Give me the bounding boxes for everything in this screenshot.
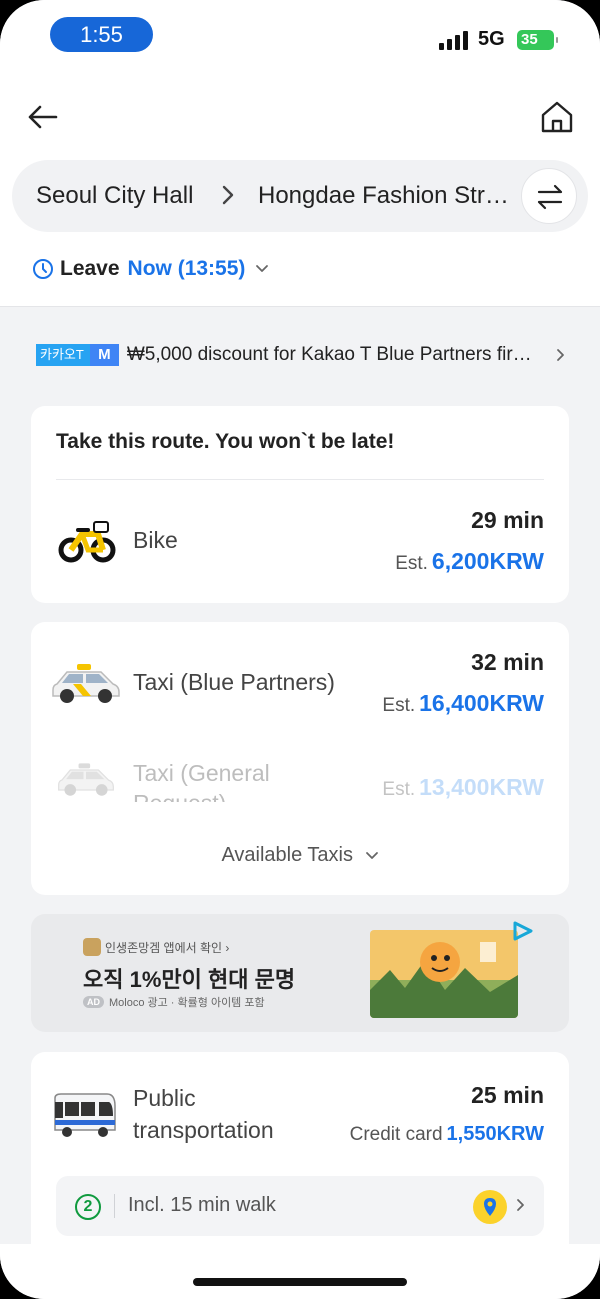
public-transport-card[interactable]: Public transportation 25 min Credit card… (31, 1052, 569, 1252)
kakao-t-badge: 카카오T (36, 344, 90, 366)
adchoices-icon[interactable] (511, 920, 535, 942)
home-indicator[interactable] (193, 1278, 407, 1286)
taxi-general-row[interactable]: Taxi (General Request) Est.13,400KRW (31, 622, 569, 812)
bus-icon (54, 1093, 116, 1137)
ad-thumbnail (83, 938, 101, 956)
bottom-bar (0, 1244, 600, 1299)
destination-field[interactable]: Hongdae Fashion Street (258, 182, 514, 210)
ad-banner[interactable]: 인생존망겜 앱에서 확인 › 오직 1%만이 현대 문명 AD Moloco 광… (31, 914, 569, 1032)
available-taxis-button[interactable]: Available Taxis (31, 844, 569, 867)
swap-button[interactable] (521, 168, 577, 224)
back-arrow-icon[interactable] (26, 100, 60, 134)
ad-disclosure: AD Moloco 광고 · 확률형 아이템 포함 (83, 994, 265, 1010)
ad-disclosure-text: Moloco 광고 · 확률형 아이템 포함 (109, 997, 265, 1009)
public-transport-label: Public transportation (133, 1085, 274, 1143)
taxi-general-icon (58, 763, 114, 796)
subway-line-badge: 2 (75, 1194, 101, 1220)
location-pin-icon (473, 1190, 507, 1224)
recommended-route-card[interactable]: Take this route. You won`t be late! Bike… (31, 406, 569, 603)
battery-level: 35 (521, 31, 538, 48)
taxi-general-price-prefix: Est. (382, 779, 416, 800)
chevron-down-icon (365, 851, 378, 859)
leave-value: Now (13:55) (127, 257, 246, 280)
screen: 1:55 5G 35 Seoul City Hall Hongdae Fashi… (0, 0, 600, 1299)
taxi-general-clip: Taxi (General Request) Est.13,400KRW (31, 752, 569, 802)
membership-badge: M (89, 344, 119, 366)
recommend-title: Take this route. You won`t be late! (56, 430, 395, 453)
status-time: 1:55 (50, 17, 153, 52)
bike-price: Est. 6,200KRW (395, 548, 544, 575)
status-bar: 1:55 5G 35 (0, 0, 600, 70)
public-transport-time: 25 min (471, 1082, 544, 1108)
walk-info: Incl. 15 min walk (128, 1194, 276, 1216)
ad-source: 인생존망겜 앱에서 확인 › (83, 938, 229, 956)
swap-arrows-icon (537, 184, 563, 210)
public-transport-price: Credit card 1,550KRW (350, 1123, 544, 1146)
divider (114, 1194, 115, 1218)
divider (56, 479, 544, 480)
leave-label: Leave (60, 257, 120, 280)
signal-icon (439, 30, 469, 50)
bike-time: 29 min (471, 507, 544, 533)
ad-tag: AD (83, 996, 104, 1008)
route-summary[interactable]: 2 Incl. 15 min walk (56, 1176, 544, 1236)
departure-time-selector[interactable]: Leave Now (13:55) (32, 256, 269, 282)
taxi-general-label: Taxi (General Request) (133, 760, 270, 802)
promo-text: ₩5,000 discount for Kakao T Blue Partner… (126, 344, 537, 365)
home-icon[interactable] (538, 98, 576, 136)
promo-banner[interactable]: 카카오T M ₩5,000 discount for Kakao T Blue … (36, 343, 576, 367)
chevron-right-icon (222, 185, 234, 205)
public-transport-price-prefix: Credit card (349, 1124, 443, 1145)
clock-icon (33, 259, 53, 279)
bike-label: Bike (133, 527, 178, 553)
bike-price-value: 6,200KRW (431, 548, 544, 574)
available-taxis-label: Available Taxis (221, 844, 353, 866)
public-transport-price-value: 1,550KRW (446, 1123, 544, 1145)
network-type: 5G (478, 28, 505, 50)
ad-image (370, 930, 518, 1018)
chevron-down-icon (256, 265, 269, 272)
taxi-general-price-value: 13,400KRW (419, 774, 544, 800)
chevron-right-icon (557, 349, 564, 361)
bike-icon (58, 521, 116, 563)
ad-source-text: 인생존망겜 앱에서 확인 › (105, 940, 230, 955)
battery-icon: 35 (517, 30, 558, 50)
ad-headline: 오직 1%만이 현대 문명 (83, 967, 296, 992)
taxi-general-price: Est. 13,400KRW (382, 774, 544, 801)
taxi-card: Taxi (Blue Partners) 32 min Est. 16,400KR… (31, 622, 569, 895)
header: Seoul City Hall Hongdae Fashion Street L… (0, 70, 600, 307)
route-bar: Seoul City Hall Hongdae Fashion Street (12, 160, 588, 232)
bike-price-prefix: Est. (395, 553, 428, 574)
chevron-right-icon (517, 1199, 524, 1211)
origin-field[interactable]: Seoul City Hall (36, 182, 193, 210)
